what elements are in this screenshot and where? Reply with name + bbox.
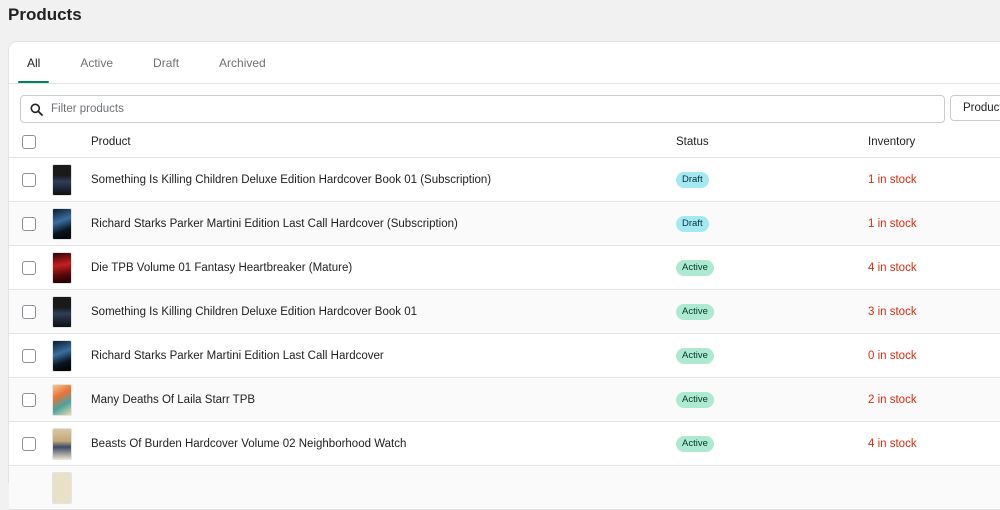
- tab-active[interactable]: Active: [71, 42, 122, 83]
- product-thumbnail: [52, 251, 72, 284]
- inventory-count: 4 in stock: [868, 261, 917, 274]
- inventory-count: 4 in stock: [868, 437, 917, 450]
- status-badge: Draft: [676, 215, 709, 232]
- table-row[interactable]: Something Is Killing Children Deluxe Edi…: [9, 158, 1000, 202]
- product-thumbnail: [52, 339, 72, 372]
- table-row[interactable]: Die TPB Volume 01 Fantasy Heartbreaker (…: [9, 246, 1000, 290]
- row-checkbox[interactable]: [22, 348, 36, 363]
- product-thumbnail: [52, 427, 72, 460]
- status-badge: Active: [676, 303, 714, 320]
- tab-draft[interactable]: Draft: [144, 42, 188, 83]
- product-thumbnail: [52, 471, 72, 504]
- table-row[interactable]: Many Deaths Of Laila Starr TPB Active 2 …: [9, 378, 1000, 422]
- table-row[interactable]: Beasts Of Burden Hardcover Volume 02 Nei…: [9, 422, 1000, 466]
- tabs-divider: [9, 83, 1000, 84]
- product-title[interactable]: Die TPB Volume 01 Fantasy Heartbreaker (…: [91, 262, 352, 274]
- products-table: Product Status Inventory Something Is Ki…: [9, 127, 1000, 510]
- column-inventory[interactable]: Inventory: [868, 136, 915, 148]
- status-badge: Active: [676, 391, 714, 408]
- tab-archived[interactable]: Archived: [210, 42, 275, 83]
- row-checkbox[interactable]: [22, 216, 36, 231]
- product-title[interactable]: Something Is Killing Children Deluxe Edi…: [91, 306, 417, 318]
- inventory-count: 1 in stock: [868, 173, 917, 186]
- row-checkbox[interactable]: [22, 436, 36, 451]
- filter-products-input[interactable]: Filter products: [20, 95, 945, 123]
- inventory-count: 2 in stock: [868, 393, 917, 406]
- filter-placeholder: Filter products: [51, 103, 124, 115]
- status-badge: Active: [676, 259, 714, 276]
- product-title[interactable]: Beasts Of Burden Hardcover Volume 02 Nei…: [91, 438, 406, 450]
- table-row-partial: [9, 466, 1000, 510]
- product-thumbnail: [52, 207, 72, 240]
- column-status[interactable]: Status: [676, 136, 709, 148]
- row-checkbox[interactable]: [22, 304, 36, 319]
- product-type-button[interactable]: Product: [950, 95, 1000, 121]
- table-row[interactable]: Richard Starks Parker Martini Edition La…: [9, 202, 1000, 246]
- status-badge: Active: [676, 347, 714, 364]
- status-badge: Draft: [676, 171, 709, 188]
- status-tabs: All Active Draft Archived: [18, 42, 297, 83]
- product-title[interactable]: Richard Starks Parker Martini Edition La…: [91, 218, 458, 230]
- product-title[interactable]: Something Is Killing Children Deluxe Edi…: [91, 174, 491, 186]
- column-product[interactable]: Product: [91, 136, 131, 148]
- inventory-count: 1 in stock: [868, 217, 917, 230]
- row-checkbox[interactable]: [22, 392, 36, 407]
- products-card: All Active Draft Archived Filter product…: [9, 42, 1000, 510]
- tab-all[interactable]: All: [18, 42, 50, 83]
- table-header: Product Status Inventory: [9, 127, 1000, 158]
- inventory-count: 0 in stock: [868, 349, 917, 362]
- select-all-checkbox[interactable]: [22, 135, 36, 149]
- page-title: Products: [8, 5, 82, 24]
- table-row[interactable]: Something Is Killing Children Deluxe Edi…: [9, 290, 1000, 334]
- table-row[interactable]: Richard Starks Parker Martini Edition La…: [9, 334, 1000, 378]
- row-checkbox[interactable]: [22, 260, 36, 275]
- inventory-count: 3 in stock: [868, 305, 917, 318]
- search-icon: [21, 103, 51, 116]
- product-thumbnail: [52, 383, 72, 416]
- product-title[interactable]: Many Deaths Of Laila Starr TPB: [91, 394, 255, 406]
- product-title[interactable]: Richard Starks Parker Martini Edition La…: [91, 350, 384, 362]
- row-checkbox[interactable]: [22, 172, 36, 187]
- status-badge: Active: [676, 435, 714, 452]
- product-thumbnail: [52, 295, 72, 328]
- product-thumbnail: [52, 163, 72, 196]
